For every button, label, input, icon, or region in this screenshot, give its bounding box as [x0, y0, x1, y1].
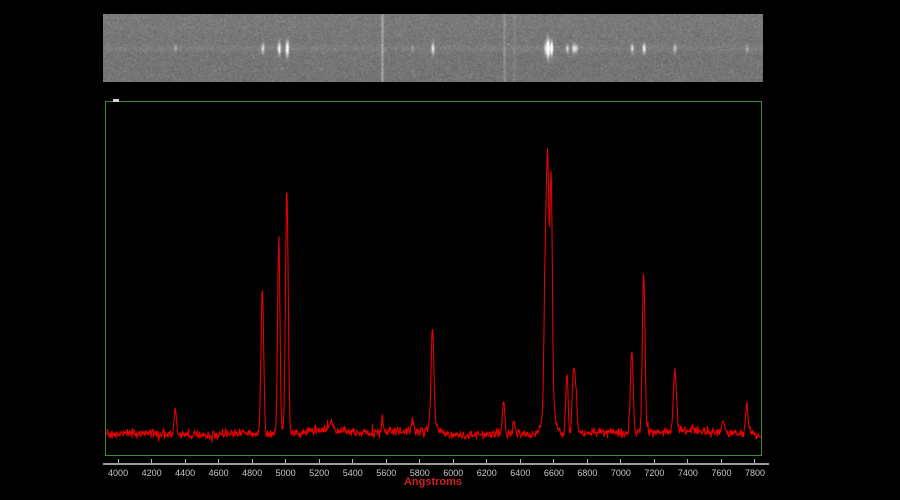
x-tick-label-4800: 4800 — [235, 468, 269, 478]
x-tick-label-4000: 4000 — [101, 468, 135, 478]
x-tick-label-6800: 6800 — [570, 468, 604, 478]
spectrum-plot — [0, 0, 900, 500]
x-tick-5800 — [419, 459, 420, 463]
x-tick-label-5400: 5400 — [336, 468, 370, 478]
x-tick-7800 — [754, 459, 755, 463]
x-tick-4000 — [118, 459, 119, 463]
x-tick-7600 — [721, 459, 722, 463]
x-tick-label-7600: 7600 — [704, 468, 738, 478]
x-tick-label-5200: 5200 — [302, 468, 336, 478]
x-tick-7000 — [620, 459, 621, 463]
x-tick-4200 — [151, 459, 152, 463]
x-tick-label-5000: 5000 — [269, 468, 303, 478]
x-tick-7200 — [654, 459, 655, 463]
x-tick-5400 — [352, 459, 353, 463]
x-tick-label-6400: 6400 — [503, 468, 537, 478]
x-tick-label-7200: 7200 — [637, 468, 671, 478]
x-tick-6200 — [486, 459, 487, 463]
x-tick-4800 — [252, 459, 253, 463]
x-tick-label-7400: 7400 — [671, 468, 705, 478]
spectroscopy-app-screen: 4000420044004600480050005200540056005800… — [0, 0, 900, 500]
x-tick-6000 — [453, 459, 454, 463]
x-axis-title: Angstroms — [383, 476, 483, 488]
x-tick-label-7000: 7000 — [604, 468, 638, 478]
x-tick-5000 — [285, 459, 286, 463]
x-tick-6400 — [520, 459, 521, 463]
x-tick-4600 — [218, 459, 219, 463]
x-tick-4400 — [185, 459, 186, 463]
x-tick-6600 — [553, 459, 554, 463]
x-tick-label-4600: 4600 — [202, 468, 236, 478]
x-tick-label-7800: 7800 — [738, 468, 772, 478]
x-axis-line — [103, 463, 769, 465]
x-tick-label-6600: 6600 — [537, 468, 571, 478]
x-tick-label-4400: 4400 — [168, 468, 202, 478]
spectrum-trace — [107, 148, 761, 443]
x-tick-7400 — [687, 459, 688, 463]
x-tick-label-4200: 4200 — [135, 468, 169, 478]
x-tick-6800 — [587, 459, 588, 463]
x-tick-5200 — [319, 459, 320, 463]
x-tick-5600 — [386, 459, 387, 463]
